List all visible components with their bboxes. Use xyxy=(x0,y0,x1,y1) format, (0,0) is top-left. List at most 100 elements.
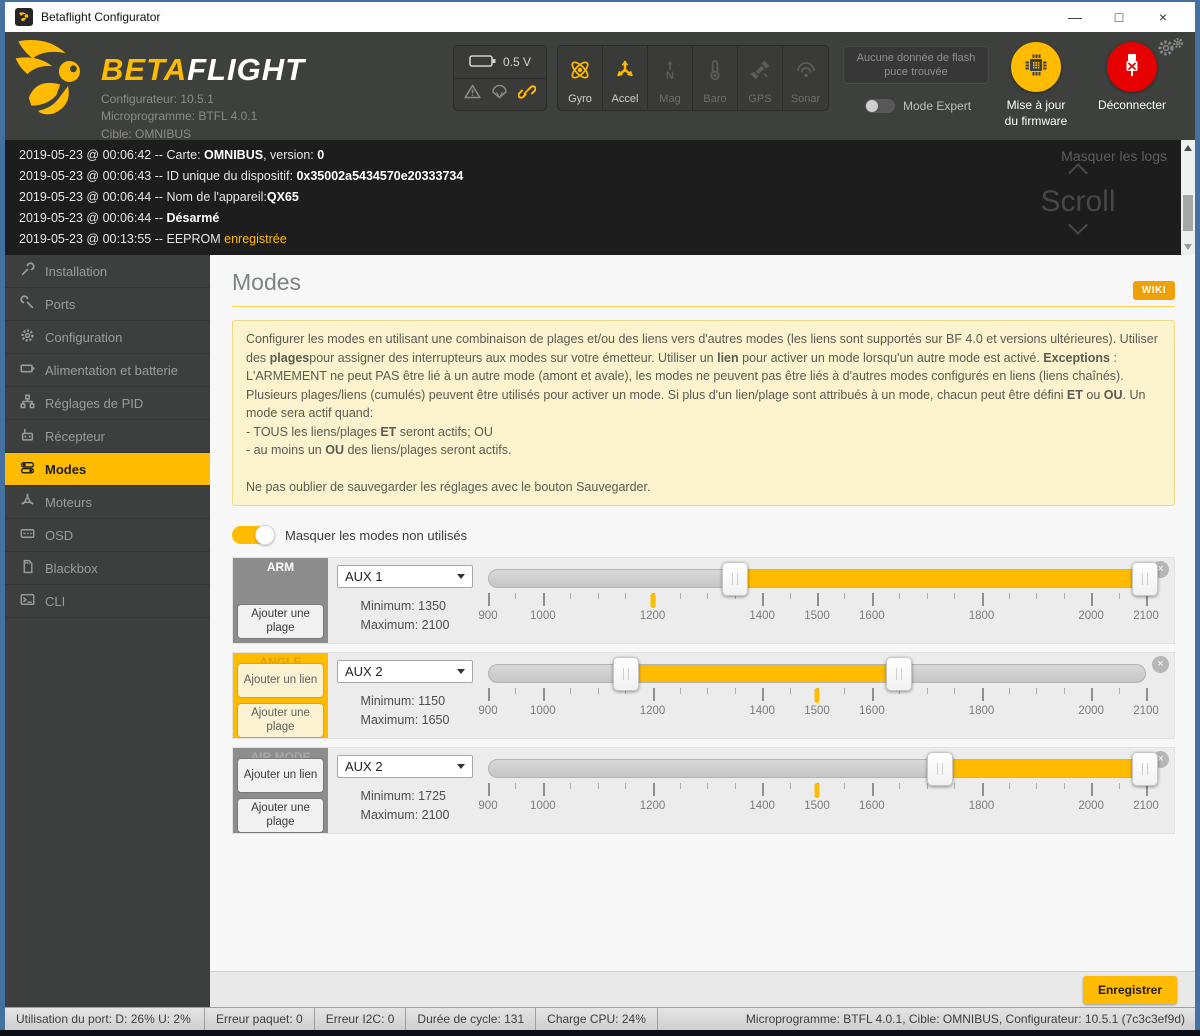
mode-row: AIR MODE Ajouter un lien Ajouter une plage… xyxy=(232,747,1175,834)
sidebar-item-ports[interactable]: Ports xyxy=(5,288,210,321)
scale-tick-label: 2000 xyxy=(1078,705,1104,717)
sensor-label: GPS xyxy=(748,93,772,105)
aux-channel-select[interactable]: AUX 1 xyxy=(337,565,473,588)
scale-tick xyxy=(1118,783,1120,789)
slider-scale: 900 1000 1200 1400 1500 1600 1800 2000 2100 xyxy=(478,688,1159,724)
hide-unused-modes-toggle[interactable] xyxy=(232,525,275,545)
slider-selection xyxy=(625,665,899,682)
slider-handle[interactable] xyxy=(722,561,748,596)
disconnect-button[interactable]: Déconnecter xyxy=(1087,42,1177,114)
sidebar-item-modes[interactable]: Modes xyxy=(5,453,210,486)
channel-value-marker xyxy=(814,688,820,703)
battery-voltage: 0.5 V xyxy=(502,55,532,69)
scale-tick xyxy=(817,593,819,606)
add-range-button[interactable]: Ajouter une plage xyxy=(237,604,324,639)
slider-handle[interactable] xyxy=(1132,751,1158,786)
range-max: Maximum: 2100 xyxy=(360,807,450,822)
slider-track[interactable] xyxy=(488,656,1146,691)
baro-icon xyxy=(703,58,727,87)
scale-tick-label: 900 xyxy=(478,610,498,622)
hide-unused-modes-label: Masquer les modes non utilisés xyxy=(285,527,468,543)
wiki-button[interactable]: WIKI xyxy=(1132,281,1175,300)
delete-range-icon[interactable]: × xyxy=(1152,656,1169,673)
hide-logs-button[interactable]: Masquer les logs xyxy=(1061,148,1167,164)
slider-handle[interactable] xyxy=(1132,561,1158,596)
range-slider: 900 1000 1200 1400 1500 1600 1800 2000 2100 xyxy=(478,748,1174,833)
scale-tick xyxy=(542,593,545,606)
add-range-button[interactable]: Ajouter une plage xyxy=(237,703,324,738)
aux-channel-select[interactable]: AUX 2 xyxy=(337,660,473,683)
version-info-line: Microprogramme: BTFL 4.0.1 xyxy=(101,109,258,124)
titlebar: Betaflight Configurator — □ × xyxy=(5,2,1195,32)
sidebar-item-pid[interactable]: Réglages de PID xyxy=(5,387,210,420)
scale-tick xyxy=(981,593,984,606)
slider-scale: 900 1000 1200 1400 1500 1600 1800 2000 2100 xyxy=(478,783,1159,819)
save-button[interactable]: Enregistrer xyxy=(1082,975,1177,1004)
sidebar-item-cli[interactable]: CLI xyxy=(5,585,210,618)
pid-icon xyxy=(20,394,35,412)
slider-track[interactable] xyxy=(488,751,1158,786)
sidebar-item-osd[interactable]: OSD xyxy=(5,519,210,552)
scale-tick xyxy=(789,783,791,789)
expert-mode-toggle[interactable] xyxy=(865,99,895,113)
flash-data-button[interactable]: Aucune donnée de flash puce trouvée xyxy=(843,46,989,84)
add-link-button[interactable]: Ajouter un lien xyxy=(237,663,324,698)
scale-tick xyxy=(570,688,572,694)
log-scroll-widget[interactable]: Scroll xyxy=(1023,163,1133,237)
app-icon xyxy=(15,8,33,26)
scroll-label: Scroll xyxy=(1040,185,1116,218)
sidebar-item-installation[interactable]: Installation xyxy=(5,255,210,288)
sidebar-item-label: Blackbox xyxy=(45,560,98,576)
gyro-icon xyxy=(568,58,592,87)
add-link-button[interactable]: Ajouter un lien xyxy=(237,758,324,793)
betaflight-window: Betaflight Configurator — □ × BETAFLIGHT… xyxy=(5,2,1195,1030)
sidebar-item-alimentation[interactable]: Alimentation et batterie xyxy=(5,354,210,387)
disconnect-label: Déconnecter xyxy=(1097,98,1167,112)
configuration-icon xyxy=(20,328,35,346)
scale-tick-label: 2000 xyxy=(1078,610,1104,622)
minimize-button[interactable]: — xyxy=(1053,9,1097,25)
scale-tick-label: 1500 xyxy=(804,610,830,622)
log-scrollbar[interactable] xyxy=(1181,140,1195,255)
scroll-up-icon[interactable] xyxy=(1068,163,1088,183)
sidebar-item-moteurs[interactable]: Moteurs xyxy=(5,486,210,519)
range-slider: 900 1000 1200 1400 1500 1600 1800 2000 2100 xyxy=(478,653,1174,738)
aux-channel-select[interactable]: AUX 2 xyxy=(337,755,473,778)
modes-help-note: Configurer les modes en utilisant une co… xyxy=(232,320,1175,506)
scale-tick-label: 900 xyxy=(478,800,498,812)
scale-tick-label: 1800 xyxy=(968,610,995,622)
sonar-icon xyxy=(794,58,818,87)
scale-tick-label: 1600 xyxy=(859,800,885,812)
version-info-line: Configurateur: 10.5.1 xyxy=(101,92,214,106)
scale-tick xyxy=(1063,593,1065,599)
mode-config: AUX 1 Minimum: 1350 Maximum: 2100 xyxy=(328,558,478,643)
scroll-down-icon[interactable] xyxy=(1068,215,1088,235)
scrollbar-up-arrow[interactable] xyxy=(1184,145,1192,151)
scrollbar-thumb[interactable] xyxy=(1183,195,1193,232)
scale-tick xyxy=(762,688,765,701)
add-range-button[interactable]: Ajouter une plage xyxy=(237,798,324,833)
scale-tick-label: 1200 xyxy=(639,800,666,812)
sidebar-item-label: Ports xyxy=(45,296,76,312)
scale-tick xyxy=(570,783,572,789)
sidebar-item-blackbox[interactable]: Blackbox xyxy=(5,552,210,585)
log-line: 2019-05-23 @ 00:13:55 -- EEPROM enregist… xyxy=(19,232,287,246)
slider-handle[interactable] xyxy=(612,656,639,691)
aux-channel-value: AUX 2 xyxy=(345,759,383,774)
sensor-mag: N Mag xyxy=(648,46,693,110)
maximize-button[interactable]: □ xyxy=(1097,9,1141,25)
firmware-update-button[interactable]: Mise à jour du firmware xyxy=(1003,42,1069,129)
mode-row: ARM Ajouter une plage AUX 1 Minimum: 1350 Ma… xyxy=(232,557,1175,644)
scale-tick-label: 1800 xyxy=(968,705,995,717)
slider-handle[interactable] xyxy=(886,656,912,691)
slider-track[interactable] xyxy=(488,561,1158,596)
slider-handle[interactable] xyxy=(927,751,953,786)
close-button[interactable]: × xyxy=(1141,9,1185,25)
sidebar-item-recepteur[interactable]: Récepteur xyxy=(5,420,210,453)
expert-mode-label: Mode Expert xyxy=(903,99,972,113)
sidebar-item-configuration[interactable]: Configuration xyxy=(5,321,210,354)
scale-tick xyxy=(1118,688,1120,694)
cli-icon xyxy=(20,592,35,610)
scrollbar-down-arrow[interactable] xyxy=(1184,244,1192,250)
usb-disconnect-icon xyxy=(1120,52,1144,83)
